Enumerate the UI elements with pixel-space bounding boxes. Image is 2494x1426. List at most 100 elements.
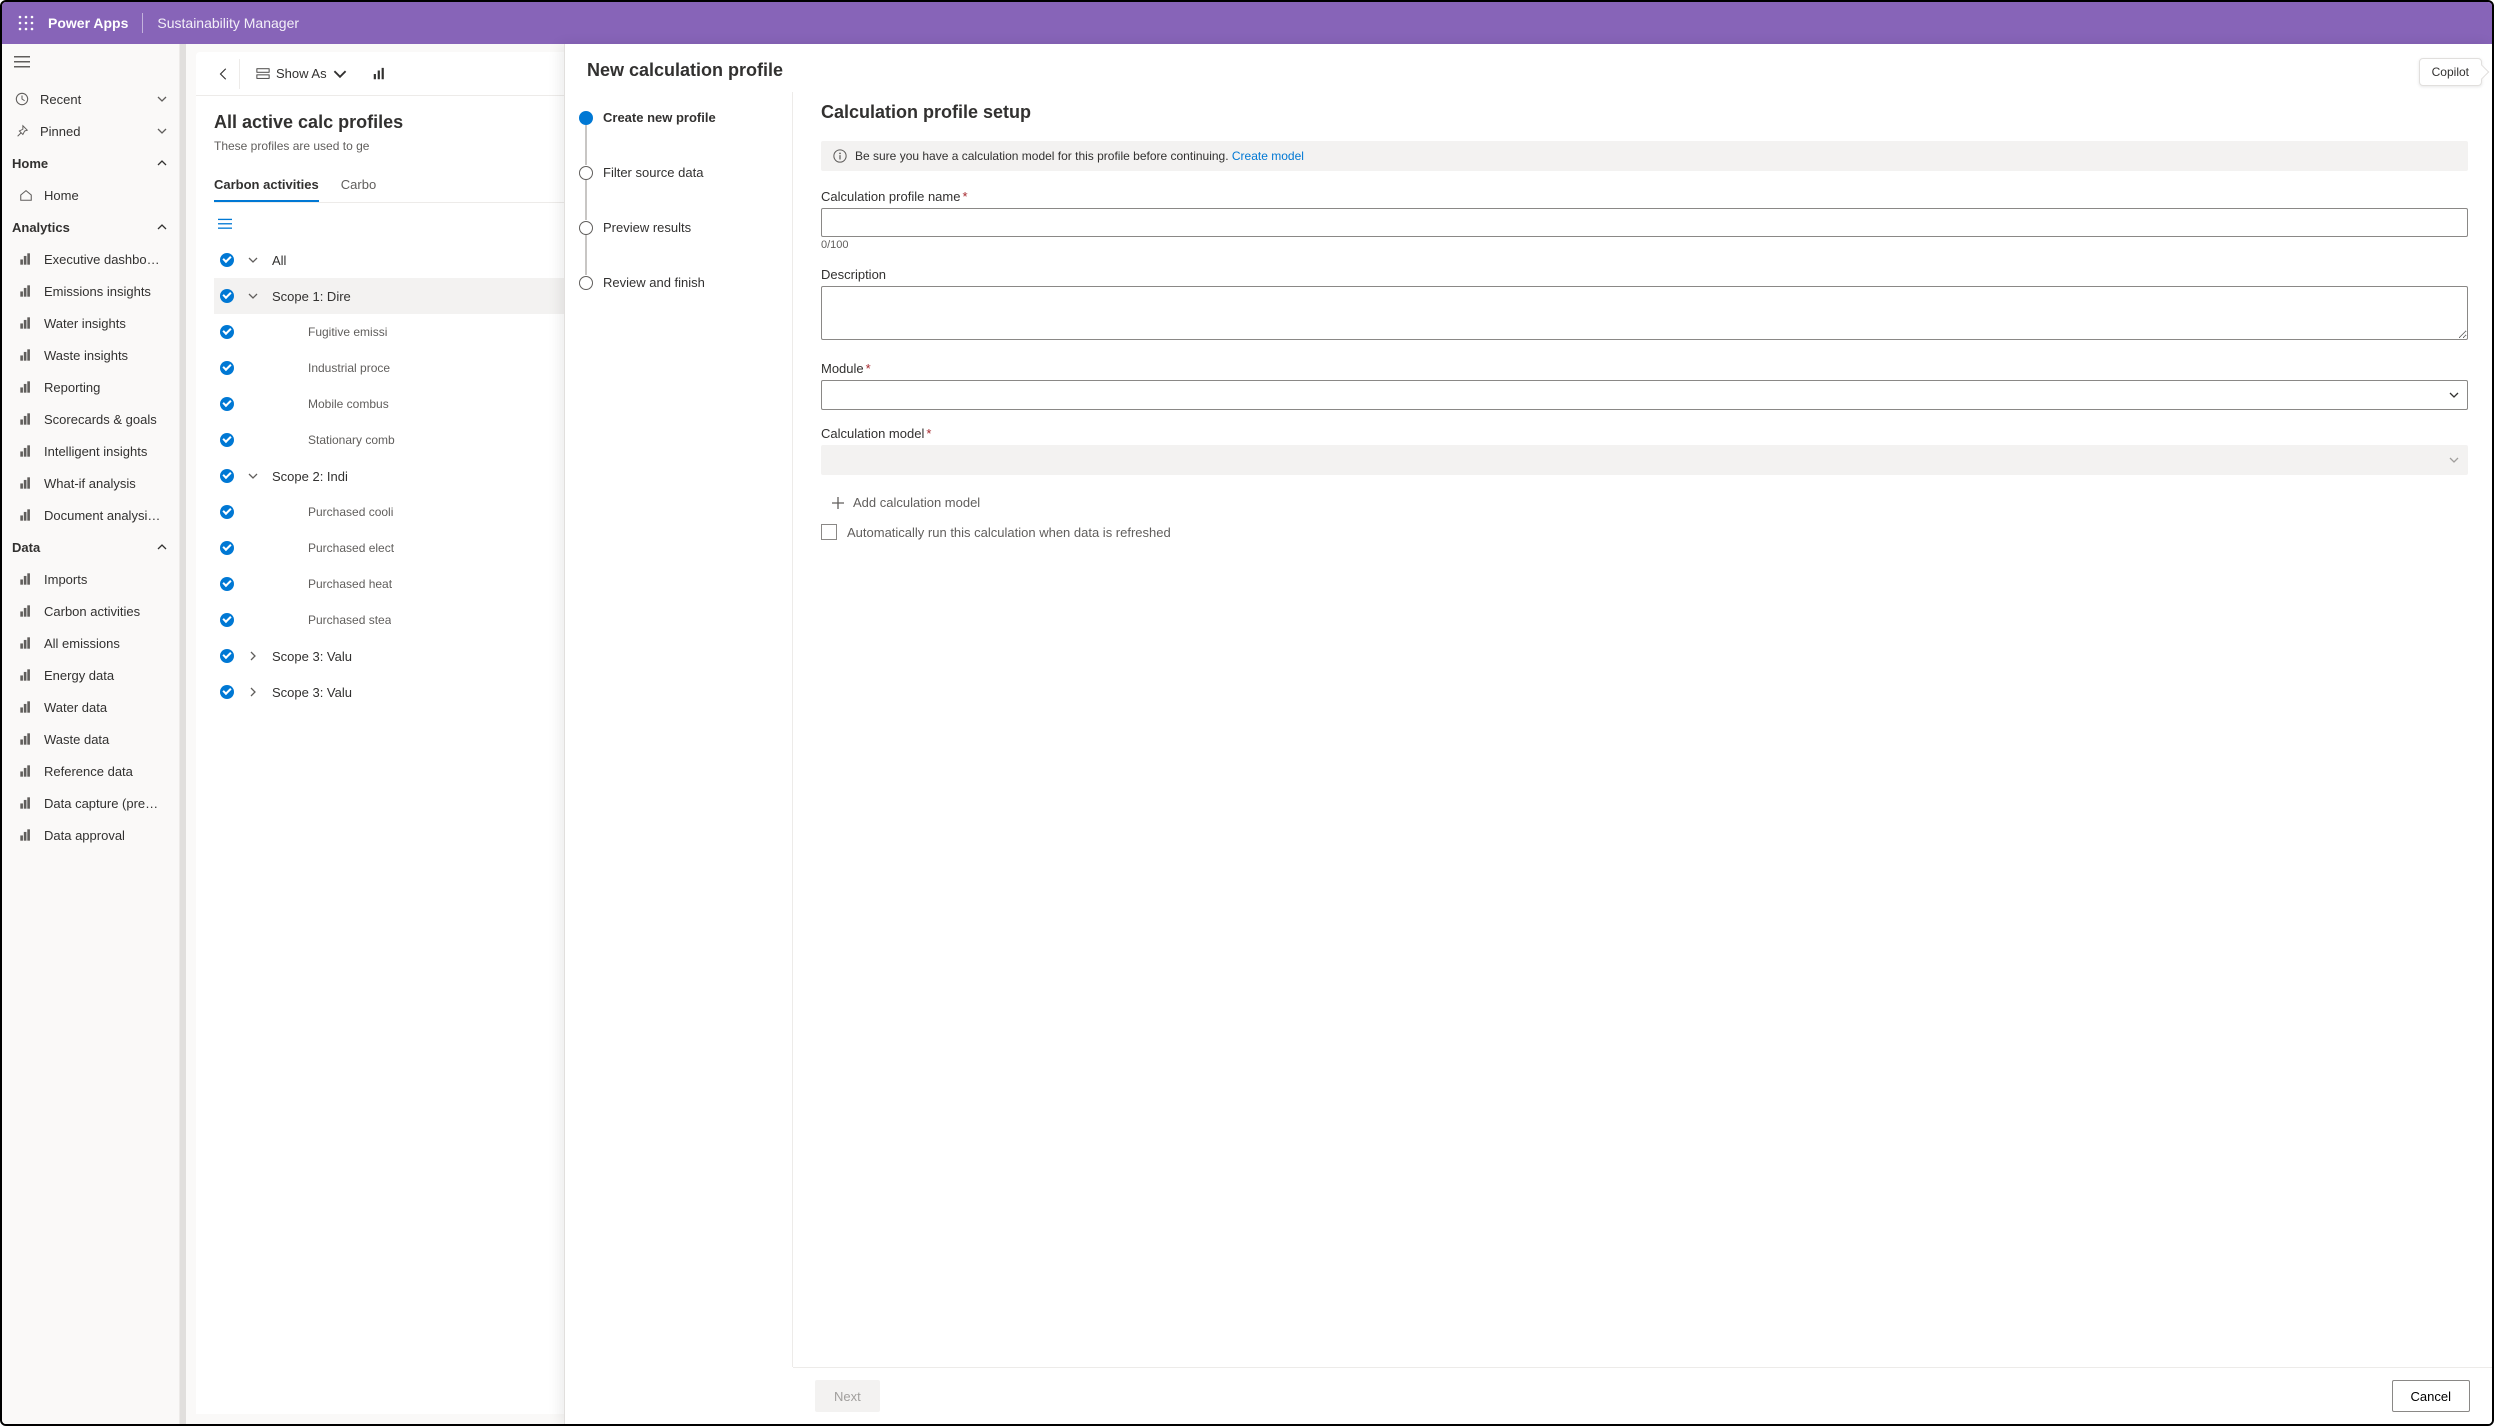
row-label: Mobile combus <box>308 397 389 411</box>
nav-group-label: Analytics <box>12 220 157 235</box>
info-icon <box>833 149 847 163</box>
show-as-button[interactable]: Show As <box>246 59 357 89</box>
calculation-model-select[interactable] <box>821 445 2468 475</box>
step-review[interactable]: Review and finish <box>573 275 776 290</box>
nav-item-icon <box>16 316 36 330</box>
nav-item[interactable]: Carbon activities <box>2 595 177 627</box>
add-calculation-model-button[interactable]: Add calculation model <box>831 495 980 510</box>
nav-item-icon <box>16 700 36 714</box>
step-filter[interactable]: Filter source data <box>573 165 776 180</box>
nav-group-label: Data <box>12 540 157 555</box>
nav-item-label: Reporting <box>44 380 167 395</box>
check-icon <box>220 397 234 411</box>
nav-item[interactable]: Emissions insights <box>2 275 177 307</box>
app-launcher-icon[interactable] <box>10 7 42 39</box>
description-input[interactable] <box>821 286 2468 340</box>
check-icon <box>220 613 234 627</box>
plus-icon <box>831 496 845 510</box>
step-preview[interactable]: Preview results <box>573 220 776 235</box>
nav-home[interactable]: Home <box>2 179 177 211</box>
chevron-icon[interactable] <box>246 471 260 481</box>
module-select[interactable] <box>821 380 2468 410</box>
nav-item[interactable]: Waste data <box>2 723 177 755</box>
row-label: Scope 3: Valu <box>272 685 352 700</box>
tab-carbon-2[interactable]: Carbo <box>341 169 376 202</box>
nav-item-icon <box>16 412 36 426</box>
form-title: Calculation profile setup <box>821 102 2468 123</box>
check-icon <box>220 361 234 375</box>
nav-group-data[interactable]: Data <box>2 531 177 563</box>
wizard-steps: Create new profile Filter source data Pr… <box>565 92 793 1367</box>
nav-item[interactable]: Data approval <box>2 819 177 851</box>
form-column: Calculation profile setup Be sure you ha… <box>793 92 2492 1367</box>
check-icon <box>220 325 234 339</box>
nav-item-label: Waste insights <box>44 348 167 363</box>
row-label: Purchased stea <box>308 613 391 627</box>
nav-item[interactable]: Executive dashbo… <box>2 243 177 275</box>
clock-icon <box>12 92 32 106</box>
step-label: Preview results <box>603 220 691 235</box>
nav-item[interactable]: Intelligent insights <box>2 435 177 467</box>
step-create[interactable]: Create new profile <box>573 110 776 125</box>
autorun-label: Automatically run this calculation when … <box>847 525 1171 540</box>
copilot-label: Copilot <box>2432 65 2469 79</box>
description-label: Description <box>821 267 2468 282</box>
copilot-chip[interactable]: Copilot <box>2419 58 2482 86</box>
step-label: Review and finish <box>603 275 705 290</box>
nav-item[interactable]: Reference data <box>2 755 177 787</box>
info-text: Be sure you have a calculation model for… <box>855 149 1232 163</box>
nav-item[interactable]: What-if analysis <box>2 467 177 499</box>
nav-item-icon <box>16 444 36 458</box>
chevron-down-icon[interactable] <box>246 255 260 265</box>
nav-item[interactable]: Reporting <box>2 371 177 403</box>
chevron-up-icon <box>157 540 167 555</box>
step-label: Filter source data <box>603 165 703 180</box>
nav-item-icon <box>16 252 36 266</box>
nav-recent[interactable]: Recent <box>2 83 177 115</box>
nav-item-icon <box>16 348 36 362</box>
add-model-label: Add calculation model <box>853 495 980 510</box>
chevron-icon[interactable] <box>246 651 260 661</box>
profile-name-input[interactable] <box>821 208 2468 237</box>
back-button[interactable] <box>208 59 240 89</box>
nav-item-icon <box>16 604 36 618</box>
panel-title: New calculation profile <box>587 60 783 81</box>
nav-item[interactable]: Water insights <box>2 307 177 339</box>
chart-icon-button[interactable] <box>363 59 395 89</box>
check-icon <box>220 469 234 483</box>
row-label: Scope 2: Indi <box>272 469 348 484</box>
next-button[interactable]: Next <box>815 1380 880 1412</box>
nav-item[interactable]: Data capture (pre… <box>2 787 177 819</box>
sidebar-collapse-icon[interactable] <box>2 44 177 83</box>
name-label: Calculation profile name* <box>821 189 2468 204</box>
nav-pinned[interactable]: Pinned <box>2 115 177 147</box>
brand-label: Power Apps <box>48 15 128 31</box>
nav-item-label: Emissions insights <box>44 284 167 299</box>
nav-item[interactable]: Document analysi… <box>2 499 177 531</box>
show-as-label: Show As <box>276 66 327 81</box>
nav-item-label: Carbon activities <box>44 604 167 619</box>
create-model-link[interactable]: Create model <box>1232 149 1304 163</box>
nav-item[interactable]: Water data <box>2 691 177 723</box>
tab-carbon-activities[interactable]: Carbon activities <box>214 169 319 202</box>
nav-item[interactable]: Imports <box>2 563 177 595</box>
nav-item[interactable]: Energy data <box>2 659 177 691</box>
nav-item[interactable]: Scorecards & goals <box>2 403 177 435</box>
nav-group-label: Home <box>12 156 157 171</box>
nav-item-icon <box>16 572 36 586</box>
row-label: Scope 3: Valu <box>272 649 352 664</box>
nav-item[interactable]: Waste insights <box>2 339 177 371</box>
nav-item-label: Reference data <box>44 764 167 779</box>
chevron-icon[interactable] <box>246 291 260 301</box>
cancel-button[interactable]: Cancel <box>2392 1380 2470 1412</box>
check-icon <box>220 649 234 663</box>
autorun-checkbox[interactable]: Automatically run this calculation when … <box>821 524 2468 540</box>
nav-item[interactable]: All emissions <box>2 627 177 659</box>
chevron-icon[interactable] <box>246 687 260 697</box>
nav-item-icon <box>16 764 36 778</box>
chevron-up-icon <box>157 220 167 235</box>
nav-group-analytics[interactable]: Analytics <box>2 211 177 243</box>
row-label: Fugitive emissi <box>308 325 387 339</box>
left-nav: Recent Pinned Home Home <box>2 44 180 1424</box>
nav-group-home[interactable]: Home <box>2 147 177 179</box>
